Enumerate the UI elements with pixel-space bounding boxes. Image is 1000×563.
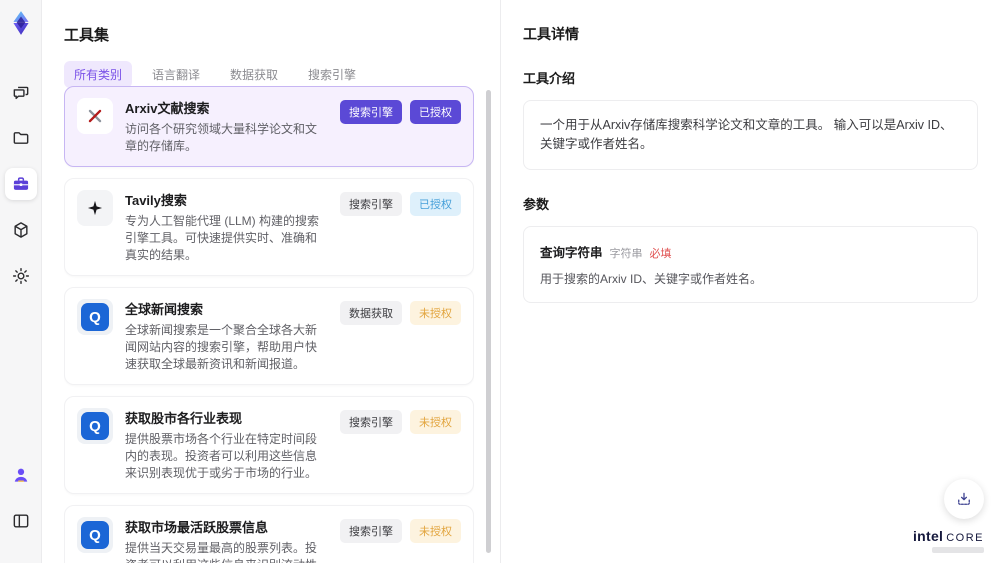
sidebar-item-collapse[interactable] bbox=[5, 505, 37, 537]
sidebar-item-files[interactable] bbox=[5, 122, 37, 154]
q-letter-glyph: Q bbox=[81, 303, 109, 332]
tool-description: 访问各个研究领域大量科学论文和文章的存储库。 bbox=[125, 122, 318, 154]
tool-card-active-stocks[interactable]: Q 获取市场最活跃股票信息 提供当天交易量最高的股票列表。投资者可以利用这些信息… bbox=[64, 505, 474, 563]
settings-icon bbox=[12, 267, 29, 285]
auth-status-badge: 未授权 bbox=[410, 410, 461, 435]
app-window: 工具集 所有类别 语言翻译 数据获取 搜索引擎 Arxiv文献搜索 访问各个研究… bbox=[0, 0, 1000, 563]
sidebar-item-settings[interactable] bbox=[5, 260, 37, 292]
panel-toggle-icon bbox=[13, 514, 28, 528]
category-badge: 搜索引擎 bbox=[340, 192, 402, 217]
auth-status-badge: 已授权 bbox=[410, 100, 461, 124]
tavily-star-icon bbox=[77, 190, 113, 227]
tool-badges: 搜索引擎 未授权 bbox=[340, 517, 461, 563]
icon-rail bbox=[0, 0, 42, 563]
avatar-icon bbox=[14, 468, 27, 482]
page-title: 工具集 bbox=[64, 27, 110, 44]
sidebar-item-tools[interactable] bbox=[4, 168, 37, 200]
q-letter-glyph: Q bbox=[81, 412, 109, 441]
tool-card-sector-performance[interactable]: Q 获取股市各行业表现 提供股票市场各个行业在特定时间段内的表现。投资者可以利用… bbox=[64, 396, 474, 495]
tool-list-panel: 工具集 所有类别 语言翻译 数据获取 搜索引擎 Arxiv文献搜索 访问各个研究… bbox=[42, 0, 500, 563]
category-badge: 数据获取 bbox=[340, 301, 402, 326]
q-letter-glyph: Q bbox=[81, 521, 109, 550]
chat-icon bbox=[13, 86, 28, 100]
tab-language-translation[interactable]: 语言翻译 bbox=[142, 61, 210, 88]
toolbox-icon bbox=[13, 177, 28, 190]
tool-name: Arxiv文献搜索 bbox=[125, 101, 210, 116]
category-badge: 搜索引擎 bbox=[340, 100, 402, 124]
tool-text: 全球新闻搜索 全球新闻搜索是一个聚合全球各大新闻网站内容的搜索引擎，帮助用户快速… bbox=[125, 299, 328, 373]
param-type: 字符串 bbox=[609, 247, 643, 260]
param-required-flag: 必填 bbox=[649, 247, 672, 260]
list-scrollbar[interactable] bbox=[486, 90, 491, 553]
auth-status-badge: 已授权 bbox=[410, 192, 461, 217]
param-name: 查询字符串 bbox=[540, 245, 603, 260]
tool-description: 全球新闻搜索是一个聚合全球各大新闻网站内容的搜索引擎，帮助用户快速获取全球最新资… bbox=[125, 323, 318, 372]
q-app-icon: Q bbox=[77, 299, 113, 336]
tool-badges: 搜索引擎 已授权 bbox=[340, 190, 461, 264]
tool-card-global-news[interactable]: Q 全球新闻搜索 全球新闻搜索是一个聚合全球各大新闻网站内容的搜索引擎，帮助用户… bbox=[64, 287, 474, 386]
tool-name: 获取市场最活跃股票信息 bbox=[125, 520, 269, 536]
q-app-icon: Q bbox=[77, 408, 113, 445]
intro-section-heading: 工具介绍 bbox=[523, 71, 576, 86]
tool-card-tavily[interactable]: Tavily搜索 专为人工智能代理 (LLM) 构建的搜索引擎工具。可快速提供实… bbox=[64, 178, 474, 277]
tab-search-engine[interactable]: 搜索引擎 bbox=[298, 61, 366, 88]
cube-icon bbox=[13, 222, 28, 238]
tool-name: 全球新闻搜索 bbox=[125, 302, 204, 318]
tool-card-list: Arxiv文献搜索 访问各个研究领域大量科学论文和文章的存储库。 搜索引擎 已授… bbox=[64, 86, 474, 563]
tool-badges: 数据获取 未授权 bbox=[340, 299, 461, 373]
tool-description: 提供当天交易量最高的股票列表。投资者可以利用这些信息来识别流动性强的股票和潜在的… bbox=[125, 541, 318, 563]
tool-description: 提供股票市场各个行业在特定时间段内的表现。投资者可以利用这些信息来识别表现优于或… bbox=[125, 432, 318, 481]
tool-badges: 搜索引擎 未授权 bbox=[340, 408, 461, 482]
tool-text: 获取市场最活跃股票信息 提供当天交易量最高的股票列表。投资者可以利用这些信息来识… bbox=[125, 517, 328, 563]
tool-badges: 搜索引擎 已授权 bbox=[340, 98, 461, 155]
param-header-line: 查询字符串 字符串 必填 bbox=[540, 242, 961, 261]
param-card: 查询字符串 字符串 必填 用于搜索的Arxiv ID、关键字或作者姓名。 bbox=[523, 225, 978, 303]
q-app-icon: Q bbox=[77, 517, 113, 554]
tool-text: Tavily搜索 专为人工智能代理 (LLM) 构建的搜索引擎工具。可快速提供实… bbox=[125, 190, 328, 264]
tab-data-acquisition[interactable]: 数据获取 bbox=[220, 61, 288, 88]
category-badge: 搜索引擎 bbox=[340, 410, 402, 435]
intro-card: 一个用于从Arxiv存储库搜索科学论文和文章的工具。 输入可以是Arxiv ID… bbox=[523, 100, 978, 170]
tool-name: Tavily搜索 bbox=[125, 193, 187, 209]
app-logo-icon bbox=[12, 11, 29, 35]
download-button[interactable] bbox=[944, 479, 984, 519]
sidebar-item-account[interactable] bbox=[5, 459, 37, 491]
folder-icon bbox=[13, 132, 28, 144]
tab-all-categories[interactable]: 所有类别 bbox=[64, 61, 133, 88]
tool-name: 获取股市各行业表现 bbox=[125, 411, 243, 427]
detail-panel-title: 工具详情 bbox=[523, 26, 579, 42]
tool-text: Arxiv文献搜索 访问各个研究领域大量科学论文和文章的存储库。 bbox=[125, 98, 328, 155]
intro-text: 一个用于从Arxiv存储库搜索科学论文和文章的工具。 输入可以是Arxiv ID… bbox=[540, 118, 953, 151]
category-badge: 搜索引擎 bbox=[340, 519, 402, 544]
tool-text: 获取股市各行业表现 提供股票市场各个行业在特定时间段内的表现。投资者可以利用这些… bbox=[125, 408, 328, 482]
download-icon bbox=[958, 492, 970, 505]
core-wordmark: CORE bbox=[946, 532, 984, 544]
auth-status-badge: 未授权 bbox=[410, 519, 461, 544]
brand-subtext-blur bbox=[932, 547, 984, 553]
tool-card-arxiv[interactable]: Arxiv文献搜索 访问各个研究领域大量科学论文和文章的存储库。 搜索引擎 已授… bbox=[64, 86, 474, 168]
arxiv-logo-icon bbox=[77, 98, 113, 134]
param-description: 用于搜索的Arxiv ID、关键字或作者姓名。 bbox=[540, 271, 763, 286]
intel-wordmark: intel bbox=[912, 528, 944, 544]
sidebar-item-chat[interactable] bbox=[5, 76, 37, 108]
auth-status-badge: 未授权 bbox=[410, 301, 461, 326]
tool-description: 专为人工智能代理 (LLM) 构建的搜索引擎工具。可快速提供实时、准确和真实的结… bbox=[125, 214, 320, 263]
intel-core-logo: intel CORE bbox=[913, 529, 984, 553]
tool-detail-panel: 工具详情 工具介绍 一个用于从Arxiv存储库搜索科学论文和文章的工具。 输入可… bbox=[500, 0, 1000, 563]
params-section-heading: 参数 bbox=[523, 196, 550, 212]
sidebar-item-packages[interactable] bbox=[5, 214, 37, 246]
